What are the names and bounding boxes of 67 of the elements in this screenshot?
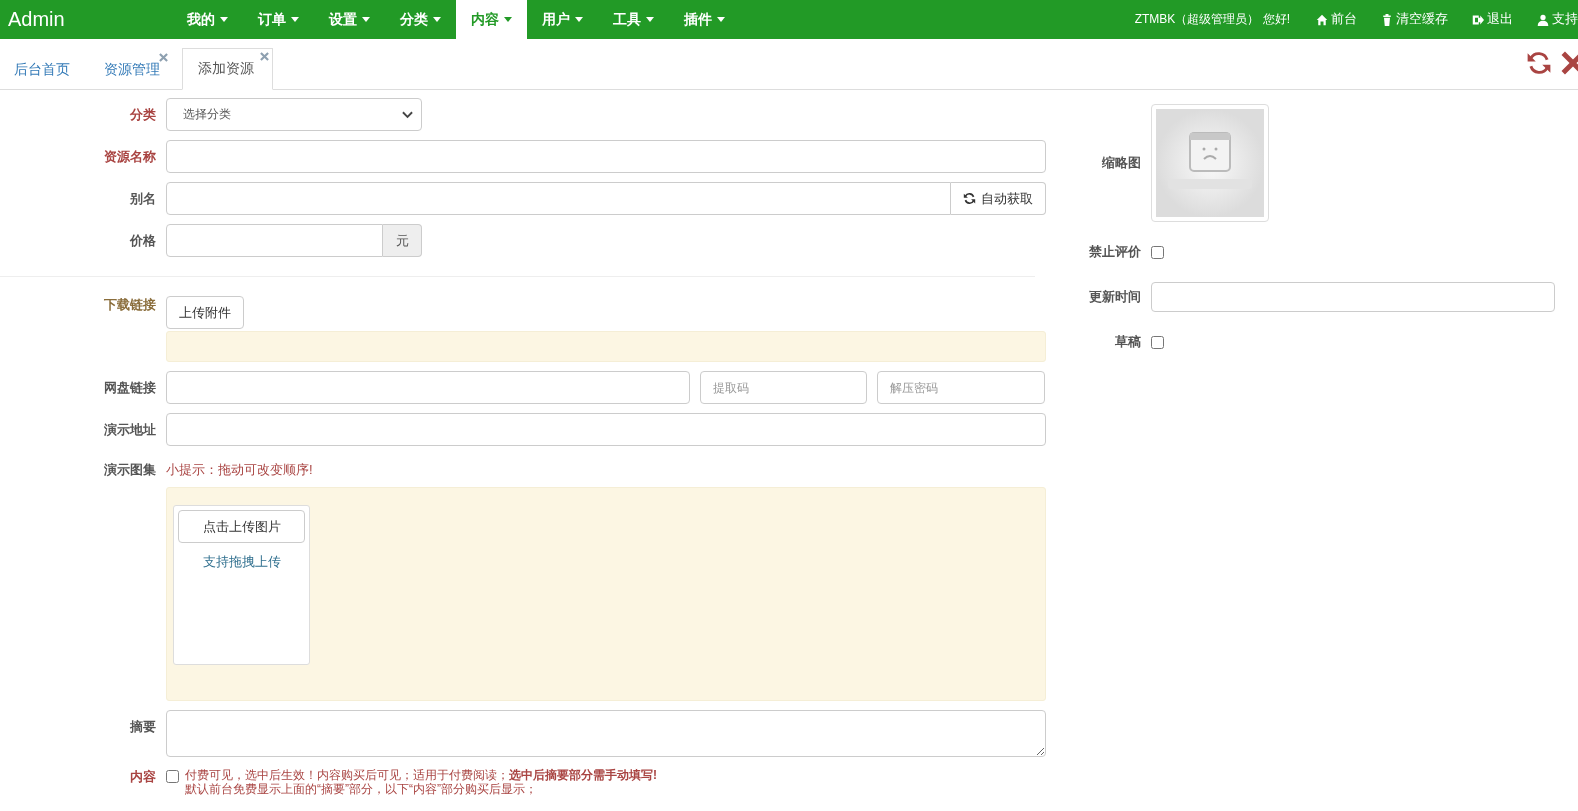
page-tab[interactable]: 添加资源 — [182, 48, 273, 90]
caret-icon — [575, 17, 583, 22]
input-field[interactable] — [166, 140, 1046, 173]
nav-link[interactable]: 前台 — [1316, 11, 1357, 28]
field-label: 内容 — [129, 768, 156, 786]
nav-link[interactable]: 清空缓存 — [1381, 11, 1448, 28]
paid-note: 默认前台免费显示上面的“摘要”部分，以下“内容”部分购买后显示； — [185, 782, 538, 796]
field-label: 演示地址 — [103, 420, 156, 439]
nav-link[interactable]: 支持 — [1537, 11, 1578, 28]
refresh-icon — [963, 192, 976, 205]
nav-menu-item[interactable]: 用户 — [527, 0, 598, 39]
home-icon — [1316, 13, 1328, 26]
field-label: 缩略图 — [1101, 154, 1141, 172]
nav-link[interactable]: 退出 — [1472, 11, 1513, 28]
field-label: 网盘链接 — [103, 378, 156, 397]
close-icon[interactable] — [159, 53, 168, 62]
nav-menu-item[interactable]: 工具 — [598, 0, 669, 39]
auto-fetch-button[interactable]: 自动获取 — [951, 182, 1046, 215]
field-label: 摘要 — [129, 718, 156, 736]
drag-upload-note: 支持拖拽上传 — [202, 553, 281, 571]
price-field[interactable] — [166, 224, 383, 257]
field-label: 价格 — [128, 231, 156, 250]
chevron-down-icon — [402, 110, 413, 119]
brand-title: Admin — [7, 7, 66, 32]
trash-icon — [1381, 13, 1393, 26]
nav-menu-item[interactable]: 订单 — [243, 0, 314, 39]
nav-menu-item[interactable]: 分类 — [385, 0, 456, 39]
field-label: 分类 — [129, 105, 156, 124]
caret-icon — [362, 17, 370, 22]
field-label: 更新时间 — [1088, 288, 1141, 306]
caret-icon — [291, 17, 299, 22]
field-label: 禁止评价 — [1088, 243, 1141, 261]
field-label: 演示图集 — [103, 461, 156, 479]
paid-checkbox[interactable] — [166, 770, 179, 783]
upload-image-button[interactable]: 点击上传图片 — [178, 510, 305, 543]
hint-text: 小提示：拖动可改变顺序! — [166, 461, 314, 479]
update-time-field[interactable] — [1151, 282, 1555, 312]
close-icon[interactable] — [260, 52, 269, 61]
nav-menu-item[interactable]: 插件 — [669, 0, 740, 39]
netdisk-link-field[interactable] — [166, 371, 690, 404]
caret-icon — [433, 17, 441, 22]
field-label: 草稿 — [1114, 333, 1141, 351]
input-field[interactable] — [166, 413, 1046, 446]
caret-icon — [220, 17, 228, 22]
nav-menu-item[interactable]: 我的 — [172, 0, 243, 39]
nav-menu-item[interactable]: 设置 — [314, 0, 385, 39]
logout-icon — [1472, 13, 1484, 26]
user-icon — [1537, 13, 1549, 26]
upload-attachment-button[interactable]: 上传附件 — [166, 296, 244, 329]
checkbox[interactable] — [1151, 335, 1164, 349]
currency-addon: 元 — [383, 224, 422, 257]
caret-icon — [717, 17, 725, 22]
field-label: 资源名称 — [103, 147, 156, 166]
checkbox[interactable] — [1151, 245, 1164, 259]
nav-menu-item[interactable]: 内容 — [456, 0, 527, 39]
user-greeting: ZTMBK（超级管理员） 您好! — [1134, 11, 1290, 28]
field-label: 别名 — [129, 189, 156, 208]
caret-icon — [646, 17, 654, 22]
field-label: 下载链接 — [103, 296, 156, 314]
caret-icon — [504, 17, 512, 22]
refresh-icon — [1526, 50, 1552, 76]
paid-note: 付费可见，选中后生效！内容购买后可见；适用于付费阅读；选中后摘要部分需手动填写! — [185, 768, 657, 782]
input-field[interactable]: 解压密码 — [877, 371, 1045, 404]
summary-textarea[interactable] — [166, 710, 1046, 757]
input-field[interactable] — [166, 182, 951, 215]
category-select[interactable]: 选择分类 — [166, 98, 422, 131]
input-field[interactable]: 提取码 — [700, 371, 867, 404]
